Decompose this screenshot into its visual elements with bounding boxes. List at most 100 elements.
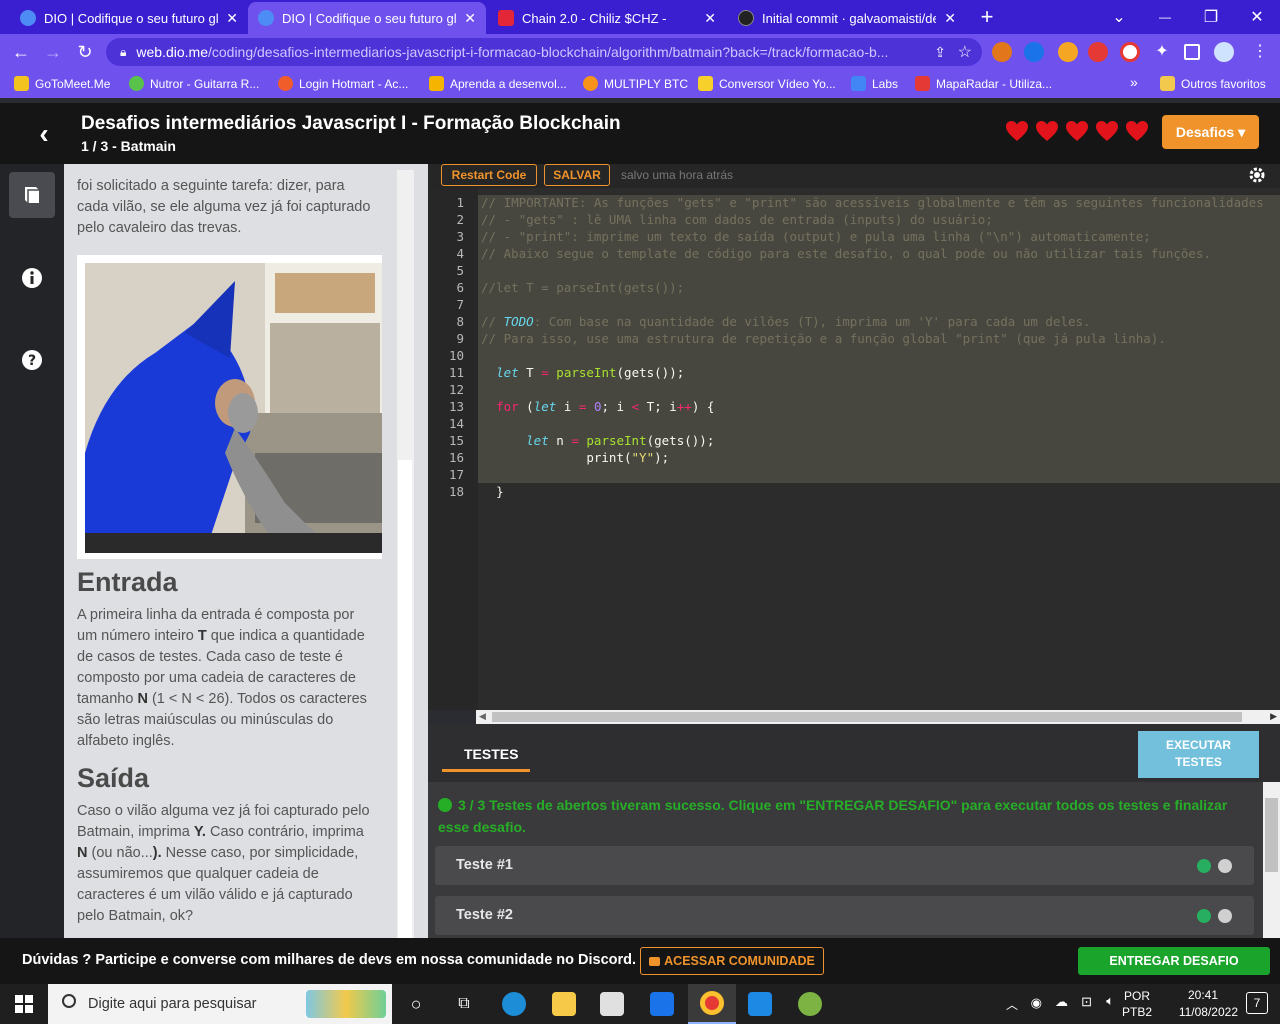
- windows-start-icon[interactable]: [0, 984, 48, 1024]
- browser-tab-dio-1[interactable]: DIO | Codifique o seu futuro glob ✕: [10, 2, 248, 34]
- metamask-extension-icon[interactable]: [992, 42, 1012, 62]
- address-bar[interactable]: 🔒︎ web.dio.me/coding/desafios-intermedia…: [106, 38, 982, 66]
- close-tab-icon[interactable]: ✕: [464, 10, 476, 27]
- info-icon[interactable]: [9, 255, 55, 301]
- microsoft-store-icon[interactable]: [588, 984, 636, 1024]
- expand-play-icon[interactable]: [1218, 909, 1232, 923]
- new-tab-button[interactable]: +: [964, 0, 1010, 34]
- tray-chevron-icon[interactable]: ︿: [1006, 996, 1018, 1013]
- close-tab-icon[interactable]: ✕: [226, 10, 238, 27]
- bookmark-labs[interactable]: Labs: [851, 76, 898, 91]
- maximize-button[interactable]: ❐: [1188, 0, 1234, 34]
- tests-panel: TESTES EXECUTAR TESTES 3 / 3 Testes de a…: [428, 724, 1280, 938]
- settings-gear-icon[interactable]: [1248, 166, 1266, 184]
- minimize-button[interactable]: —: [1142, 0, 1188, 34]
- scrollbar-thumb[interactable]: [492, 712, 1242, 722]
- search-highlight-illustration: [306, 990, 386, 1018]
- mail-icon[interactable]: [638, 984, 686, 1024]
- line-number: 1: [456, 195, 464, 210]
- tab-search-button[interactable]: ⌄: [1096, 0, 1142, 34]
- extensions-puzzle-icon[interactable]: ✦: [1152, 42, 1172, 62]
- back-chevron-icon[interactable]: ‹: [28, 118, 60, 150]
- reload-icon[interactable]: ↻: [72, 39, 98, 65]
- restart-code-button[interactable]: Restart Code: [441, 164, 537, 186]
- app-pinned-icon[interactable]: [786, 984, 834, 1024]
- test-row[interactable]: Teste #2: [435, 896, 1254, 935]
- book-icon[interactable]: [9, 172, 55, 218]
- bookmarks-overflow-button[interactable]: »: [1130, 74, 1138, 90]
- taskbar-search-input[interactable]: Digite aqui para pesquisar: [48, 984, 392, 1024]
- submit-challenge-button[interactable]: ENTREGAR DESAFIO: [1078, 947, 1270, 975]
- chrome-icon[interactable]: [688, 984, 736, 1024]
- meet-now-icon[interactable]: ◉: [1031, 995, 1042, 1011]
- cortana-icon[interactable]: ○: [392, 984, 440, 1024]
- edge-icon[interactable]: [490, 984, 538, 1024]
- vscode-icon[interactable]: [736, 984, 784, 1024]
- tab-tests[interactable]: TESTES: [464, 746, 518, 762]
- forward-arrow-icon[interactable]: →: [40, 39, 66, 65]
- save-button[interactable]: SALVAR: [544, 164, 610, 186]
- scroll-right-icon[interactable]: ▶: [1270, 711, 1277, 722]
- bookmark-conversor[interactable]: Conversor Vídeo Yo...: [698, 76, 836, 91]
- test-row[interactable]: Teste #1: [435, 846, 1254, 885]
- editor-horizontal-scrollbar[interactable]: ◀ ▶: [476, 710, 1280, 724]
- network-icon[interactable]: ⊡: [1081, 994, 1092, 1010]
- block-extension-icon[interactable]: [1120, 42, 1140, 62]
- tests-scrollbar[interactable]: [1263, 782, 1280, 938]
- bookmark-icon: [129, 76, 144, 91]
- execute-tests-button[interactable]: EXECUTAR TESTES: [1138, 731, 1259, 778]
- scrollbar-thumb[interactable]: [398, 460, 412, 938]
- clock-date[interactable]: 11/08/2022: [1179, 1005, 1238, 1019]
- help-icon[interactable]: ?: [9, 337, 55, 383]
- language-bottom[interactable]: PTB2: [1122, 1005, 1152, 1019]
- back-arrow-icon[interactable]: ←: [8, 39, 34, 65]
- bookmark-gotomeet[interactable]: GoToMeet.Me: [14, 76, 110, 91]
- notifications-badge[interactable]: 7: [1246, 992, 1268, 1014]
- description-scrollbar[interactable]: [397, 170, 414, 938]
- access-community-button[interactable]: ACESSAR COMUNIDADE: [640, 947, 824, 975]
- bookmark-aprenda[interactable]: Aprenda a desenvol...: [429, 76, 567, 91]
- code-line: for (let i = 0; i < T; i++) {: [496, 399, 715, 414]
- bookmark-multiply-btc[interactable]: MULTIPLY BTC: [583, 76, 688, 91]
- profile-avatar[interactable]: [1214, 42, 1234, 62]
- desafios-dropdown-button[interactable]: Desafios ▾: [1162, 115, 1259, 149]
- language-top[interactable]: POR: [1124, 989, 1150, 1003]
- clock-time[interactable]: 20:41: [1188, 988, 1218, 1002]
- bookmark-nutror[interactable]: Nutror - Guitarra R...: [129, 76, 259, 91]
- side-panel-icon[interactable]: [1184, 44, 1200, 60]
- onedrive-icon[interactable]: ☁: [1055, 994, 1068, 1010]
- bookmark-hotmart[interactable]: Login Hotmart - Ac...: [278, 76, 408, 91]
- lock-icon: 🔒︎: [120, 44, 127, 59]
- other-bookmarks-folder[interactable]: Outros favoritos: [1160, 76, 1266, 91]
- code-line: // Para isso, use uma estrutura de repet…: [481, 331, 1166, 346]
- line-number: 7: [456, 297, 464, 312]
- browser-tab-dio-2[interactable]: DIO | Codifique o seu futuro glob ✕: [248, 2, 486, 34]
- volume-icon[interactable]: 🔈︎: [1106, 993, 1114, 1009]
- bookmarks-bar: GoToMeet.Me Nutror - Guitarra R... Login…: [0, 70, 1280, 98]
- github-favicon-icon: [738, 10, 754, 26]
- search-icon: [62, 994, 76, 1008]
- close-tab-icon[interactable]: ✕: [704, 10, 716, 27]
- bookmark-icon: [583, 76, 598, 91]
- extension-badge-icon[interactable]: [1058, 42, 1078, 62]
- browser-tab-chiliz[interactable]: Chain 2.0 - Chiliz $CHZ - ✕: [488, 2, 726, 34]
- task-view-icon[interactable]: ⧉: [440, 984, 488, 1024]
- line-number: 5: [456, 263, 464, 278]
- scroll-left-icon[interactable]: ◀: [479, 711, 486, 722]
- scrollbar-thumb[interactable]: [1265, 798, 1278, 872]
- browser-tab-github[interactable]: Initial commit · galvaomaisti/des ✕: [728, 2, 966, 34]
- share-icon[interactable]: ⇪: [934, 44, 946, 61]
- close-tab-icon[interactable]: ✕: [944, 10, 956, 27]
- tab-title: Initial commit · galvaomaisti/des: [762, 10, 937, 26]
- vpn-extension-icon[interactable]: [1024, 42, 1044, 62]
- line-number: 14: [448, 416, 464, 431]
- expand-play-icon[interactable]: [1218, 859, 1232, 873]
- file-explorer-icon[interactable]: [540, 984, 588, 1024]
- bookmark-maparadar[interactable]: MapaRadar - Utiliza...: [915, 76, 1052, 91]
- extension-red-icon[interactable]: [1088, 42, 1108, 62]
- code-line: print("Y");: [586, 450, 670, 465]
- code-editor[interactable]: 1 2 3 4 5 6 7 8 9 10 11 12 13 14 15 16 17 18 // IMPORTANT…: [428, 188, 1280, 710]
- menu-kebab-icon[interactable]: ⋮: [1250, 42, 1270, 62]
- close-window-button[interactable]: ✕: [1234, 0, 1280, 34]
- bookmark-star-icon[interactable]: ☆: [958, 42, 972, 62]
